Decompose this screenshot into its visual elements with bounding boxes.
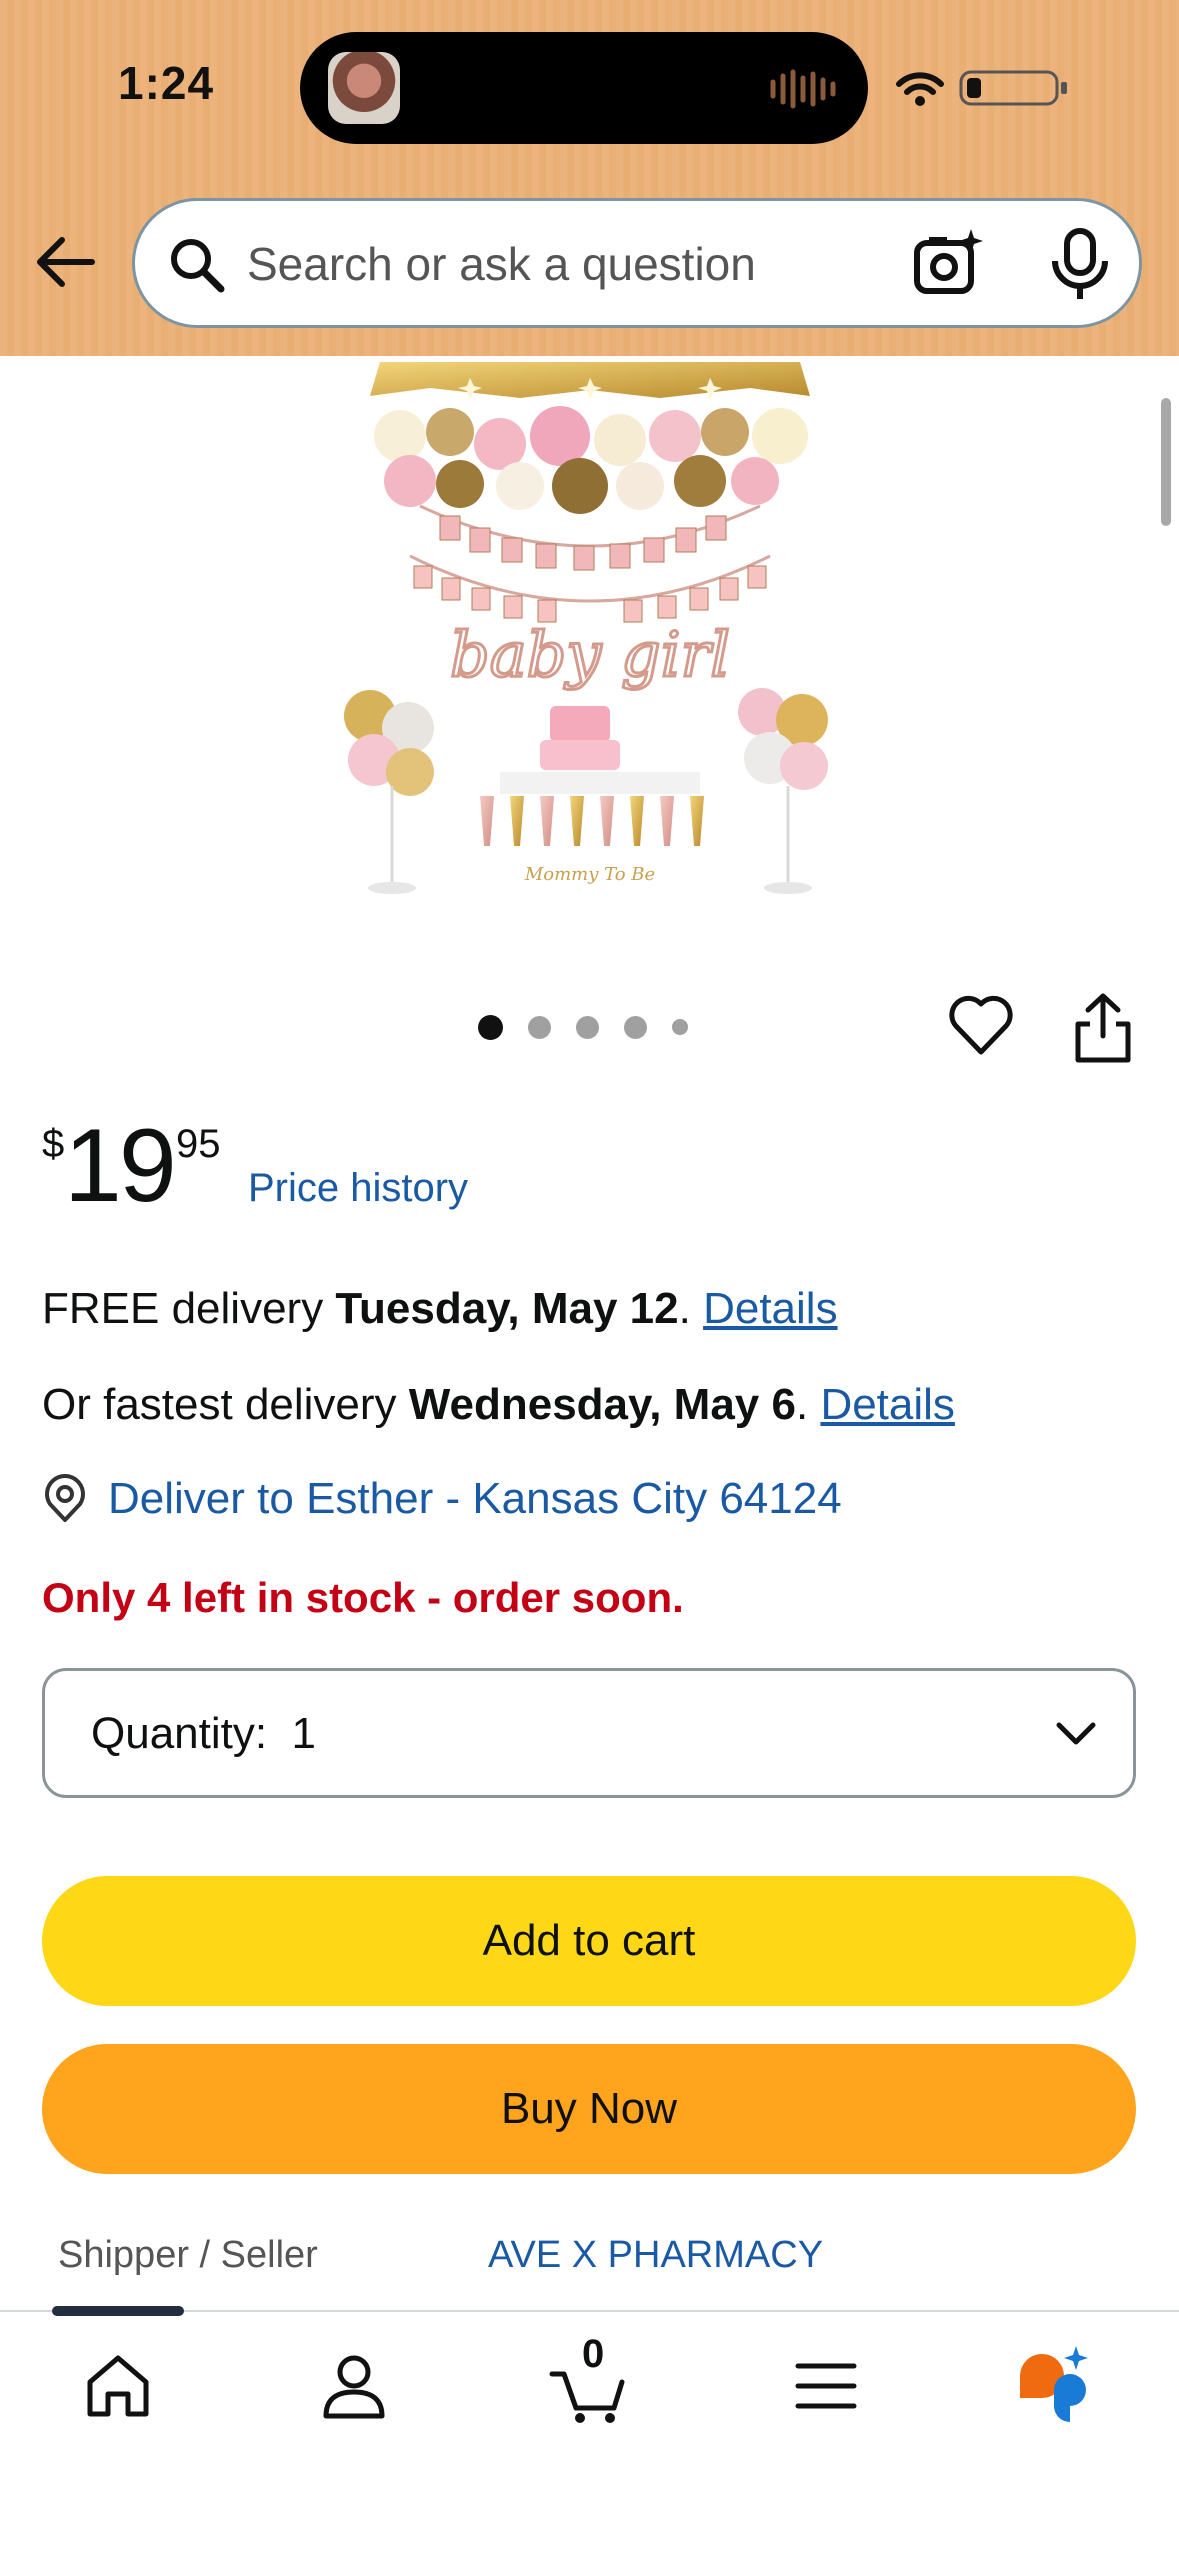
quantity-value: 1: [291, 1709, 317, 1758]
free-delivery-prefix: FREE delivery: [42, 1284, 336, 1333]
image-carousel-dots[interactable]: [478, 1012, 688, 1042]
fast-delivery-date: Wednesday, May 6: [408, 1380, 796, 1429]
rufus-assistant-icon[interactable]: [1014, 2346, 1094, 2426]
deliver-to-link[interactable]: Deliver to Esther - Kansas City 64124: [108, 1474, 842, 1524]
search-icon: [171, 239, 225, 293]
fast-delivery-prefix: Or fastest delivery: [42, 1380, 409, 1429]
fast-delivery-line: Or fastest delivery Wednesday, May 6. De…: [42, 1380, 955, 1429]
account-icon[interactable]: [314, 2346, 394, 2426]
seller-label: Shipper / Seller: [58, 2234, 318, 2276]
location-pin-icon: [45, 1474, 85, 1522]
menu-icon[interactable]: [786, 2346, 866, 2426]
chevron-down-icon: [1056, 1722, 1096, 1745]
header-bar: 1:24: [0, 0, 1179, 356]
stock-message: Only 4 left in stock - order soon.: [42, 1574, 684, 1621]
nav-active-indicator: [52, 2306, 184, 2316]
microphone-icon[interactable]: [1047, 227, 1113, 301]
wifi-icon: [896, 72, 944, 106]
product-image[interactable]: baby girl Mommy To Be: [330, 356, 850, 896]
battery-icon: [959, 70, 1067, 106]
back-arrow-icon[interactable]: [30, 226, 102, 298]
status-icons: [896, 70, 1067, 106]
price-whole: 19: [64, 1108, 177, 1224]
dynamic-island: [300, 32, 868, 144]
quantity-label: Quantity: 1: [91, 1709, 317, 1758]
camera-lens-icon[interactable]: [911, 227, 985, 301]
bottom-nav: 0: [0, 2306, 1179, 2556]
share-icon[interactable]: [1070, 990, 1136, 1064]
price-history-link[interactable]: Price history: [248, 1166, 468, 1211]
heart-icon[interactable]: [946, 990, 1016, 1060]
scroll-indicator: [1161, 398, 1171, 526]
add-to-cart-button[interactable]: Add to cart: [42, 1876, 1136, 2006]
free-delivery-details-link[interactable]: Details: [703, 1284, 838, 1333]
search-input[interactable]: [247, 229, 887, 299]
carousel-dot[interactable]: [478, 1014, 503, 1040]
carousel-dot[interactable]: [624, 1015, 647, 1039]
quantity-select[interactable]: Quantity: 1: [42, 1668, 1136, 1798]
carousel-dot[interactable]: [672, 1019, 688, 1035]
free-delivery-date: Tuesday, May 12: [335, 1284, 679, 1333]
carousel-dot[interactable]: [576, 1015, 599, 1039]
svg-text:baby girl: baby girl: [450, 618, 730, 691]
audio-wave-icon: [770, 69, 836, 109]
free-delivery-line: FREE delivery Tuesday, May 12. Details: [42, 1284, 838, 1333]
seller-link[interactable]: AVE X PHARMACY: [488, 2234, 823, 2277]
home-icon[interactable]: [78, 2346, 158, 2426]
status-time: 1:24: [118, 57, 215, 109]
svg-text:Mommy To Be: Mommy To Be: [524, 864, 655, 885]
buy-now-button[interactable]: Buy Now: [42, 2044, 1136, 2174]
now-playing-avatar: [328, 52, 400, 124]
price-fraction: 95: [176, 1122, 221, 1166]
carousel-dot[interactable]: [528, 1015, 551, 1039]
search-bar[interactable]: [132, 198, 1142, 328]
fast-delivery-details-link[interactable]: Details: [820, 1380, 955, 1429]
cart-count-badge: 0: [582, 2332, 605, 2376]
price-symbol: $: [42, 1122, 65, 1166]
